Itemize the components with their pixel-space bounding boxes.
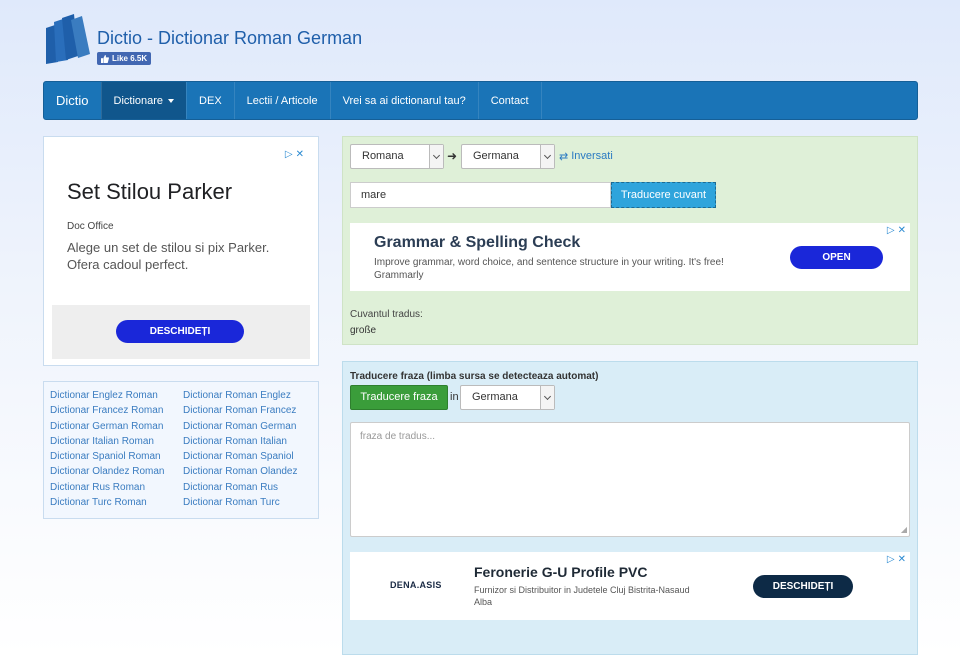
grammarly-ad[interactable]: ▷ ✕ Grammar & Spelling Check Improve gra…: [350, 223, 910, 291]
dictionary-link[interactable]: Dictionar Roman Rus: [183, 482, 311, 494]
ad-choices-icon[interactable]: ▷: [285, 149, 293, 160]
site-title[interactable]: Dictio - Dictionar Roman German: [97, 28, 362, 49]
ad-open-button[interactable]: DESCHIDEȚI: [753, 575, 853, 598]
phrase-title: Traducere fraza (limba sursa se detectea…: [350, 371, 599, 382]
phrase-textarea[interactable]: fraza de tradus... ◢: [350, 422, 910, 537]
ad-brand: Grammarly: [374, 270, 424, 281]
source-language-select[interactable]: Romana: [350, 144, 444, 169]
facebook-like-label: Like 6.5K: [112, 54, 148, 63]
dictionary-link[interactable]: Dictionar German Roman: [50, 421, 183, 433]
word-input[interactable]: mare: [350, 182, 611, 208]
dictionary-link[interactable]: Dictionar Roman Turc: [183, 497, 311, 509]
chevron-down-icon: [429, 145, 443, 168]
resize-grip-icon[interactable]: ◢: [901, 525, 907, 534]
dictionary-link[interactable]: Dictionar Italian Roman: [50, 436, 183, 448]
ad-headline[interactable]: Grammar & Spelling Check: [374, 234, 580, 252]
ad-choices[interactable]: ▷ ✕: [887, 554, 906, 565]
dictionary-link[interactable]: Dictionar Roman Italian: [183, 436, 311, 448]
book-stack-icon: [46, 14, 90, 64]
dictionary-link[interactable]: Dictionar Francez Roman: [50, 405, 183, 417]
ad-close-icon[interactable]: ✕: [296, 149, 304, 160]
main-navbar: Dictio Dictionare DEX Lectii / Articole …: [43, 81, 918, 120]
in-label: in: [450, 391, 459, 403]
dictionary-link[interactable]: Dictionar Roman Francez: [183, 405, 311, 417]
ad-footer: DESCHIDEȚI: [52, 305, 310, 359]
ad-open-button[interactable]: OPEN: [790, 246, 883, 269]
ad-source: Doc Office: [67, 221, 114, 232]
ad-choices-icon[interactable]: ▷: [887, 225, 895, 236]
ad-choices-icon[interactable]: ▷: [887, 554, 895, 565]
dena-ad[interactable]: ▷ ✕ DENA.ASIS Feronerie G-U Profile PVC …: [350, 552, 910, 620]
dictionary-link[interactable]: Dictionar Turc Roman: [50, 497, 183, 509]
thumbs-up-icon: [101, 54, 109, 63]
nav-brand[interactable]: Dictio: [44, 82, 101, 119]
dictionary-link[interactable]: Dictionar Englez Roman: [50, 390, 183, 402]
swap-languages-link[interactable]: ⇄ Inversati: [559, 150, 613, 163]
ad-description: Alege un set de stilou si pix Parker. Of…: [67, 240, 270, 272]
ad-choices[interactable]: ▷ ✕: [887, 225, 906, 236]
site-logo[interactable]: [44, 14, 94, 64]
arrow-right-icon: ➜: [447, 149, 458, 163]
phrase-target-language-value: Germana: [472, 391, 518, 403]
chevron-down-icon: [540, 386, 554, 409]
ad-headline[interactable]: Feronerie G-U Profile PVC: [474, 564, 647, 580]
translated-word: große: [350, 325, 377, 336]
ad-logo[interactable]: DENA.ASIS: [390, 580, 442, 590]
facebook-like-button[interactable]: Like 6.5K: [97, 52, 152, 65]
ad-description: Improve grammar, word choice, and senten…: [374, 257, 724, 268]
parker-ad[interactable]: ▷ ✕ Set Stilou Parker Doc Office Alege u…: [52, 145, 310, 359]
dictionary-link[interactable]: Dictionar Spaniol Roman: [50, 451, 183, 463]
translate-word-button[interactable]: Traducere cuvant: [611, 182, 716, 208]
dictionary-link[interactable]: Dictionar Roman Spaniol: [183, 451, 311, 463]
nav-item-dictionare[interactable]: Dictionare: [100, 82, 187, 119]
nav-item-lectii[interactable]: Lectii / Articole: [233, 82, 330, 119]
chevron-down-icon: [540, 145, 554, 168]
result-label: Cuvantul tradus:: [350, 309, 423, 320]
dictionary-links-grid: Dictionar Englez Roman Dictionar Roman En…: [50, 390, 312, 509]
swap-label: Inversati: [571, 150, 613, 162]
ad-description: Furnizor si Distribuitor in Judetele Clu…: [474, 585, 690, 607]
target-language-select[interactable]: Germana: [461, 144, 555, 169]
nav-item-label: Dictionare: [113, 94, 164, 107]
left-ad-container: ▷ ✕ Set Stilou Parker Doc Office Alege u…: [43, 136, 319, 366]
dictionary-link[interactable]: Dictionar Olandez Roman: [50, 466, 183, 478]
caret-down-icon: [168, 98, 175, 103]
dictionary-link[interactable]: Dictionar Roman German: [183, 421, 311, 433]
ad-close-icon[interactable]: ✕: [898, 554, 906, 565]
phrase-placeholder: fraza de tradus...: [360, 431, 436, 442]
dictionary-link[interactable]: Dictionar Rus Roman: [50, 482, 183, 494]
swap-icon: ⇄: [559, 151, 569, 163]
phrase-target-language-select[interactable]: Germana: [460, 385, 555, 410]
ad-open-button[interactable]: DESCHIDEȚI: [116, 320, 244, 343]
dictionary-link[interactable]: Dictionar Roman Olandez: [183, 466, 311, 478]
nav-item-vrei-dictionar[interactable]: Vrei sa ai dictionarul tau?: [329, 82, 478, 119]
translate-phrase-button[interactable]: Traducere fraza: [350, 385, 448, 410]
nav-item-dex[interactable]: DEX: [186, 82, 234, 119]
dictionary-links-panel: Dictionar Englez Roman Dictionar Roman En…: [43, 381, 319, 519]
ad-headline[interactable]: Set Stilou Parker: [67, 179, 232, 205]
ad-close-icon[interactable]: ✕: [898, 225, 906, 236]
word-translator-panel: Romana ➜ Germana ⇄ Inversati mare Traduc…: [342, 136, 918, 345]
dictionary-link[interactable]: Dictionar Roman Englez: [183, 390, 311, 402]
target-language-value: Germana: [473, 150, 519, 162]
source-language-value: Romana: [362, 150, 404, 162]
phrase-translator-panel: Traducere fraza (limba sursa se detectea…: [342, 361, 918, 655]
ad-choices[interactable]: ▷ ✕: [285, 149, 304, 160]
nav-item-contact[interactable]: Contact: [477, 82, 542, 119]
